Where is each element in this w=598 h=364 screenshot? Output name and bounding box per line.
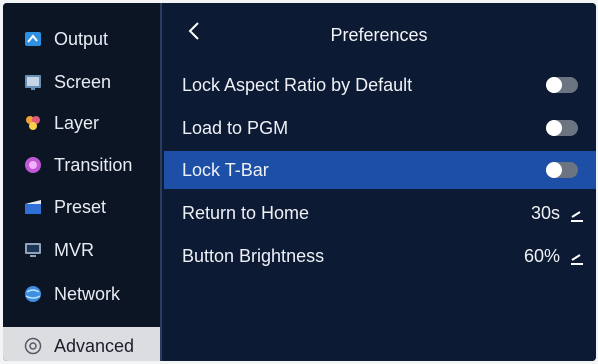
sidebar-item-label: Screen <box>54 71 112 92</box>
sidebar-item-mvr[interactable]: MVR <box>3 231 160 269</box>
setting-label: Return to Home <box>182 203 310 223</box>
sidebar-item-advanced[interactable]: Advanced <box>3 327 160 361</box>
setting-row-button-brightness[interactable]: Button Brightness 60% <box>164 237 596 275</box>
setting-row-lock-t-bar[interactable]: Lock T-Bar <box>164 151 596 189</box>
sidebar-item-screen[interactable]: Screen <box>3 63 160 101</box>
sidebar-item-transition[interactable]: Transition <box>3 146 160 184</box>
sidebar-item-label: Network <box>54 283 121 304</box>
setting-label: Button Brightness <box>182 246 325 266</box>
setting-row-lock-aspect-ratio: Lock Aspect Ratio by Default <box>164 66 596 104</box>
panel-header: Preferences <box>162 3 596 61</box>
preset-icon <box>24 198 42 216</box>
sidebar-item-output[interactable]: Output <box>3 20 160 58</box>
sidebar-item-label: Output <box>54 28 109 49</box>
return-to-home-value: 30s <box>530 203 560 223</box>
lock-aspect-ratio-toggle[interactable] <box>546 77 578 93</box>
network-icon <box>24 285 42 303</box>
edit-icon[interactable] <box>570 249 584 265</box>
mvr-icon <box>24 241 42 259</box>
button-brightness-value: 60% <box>523 246 560 266</box>
setting-label: Lock T-Bar <box>182 160 269 180</box>
edit-icon[interactable] <box>570 206 584 222</box>
transition-icon <box>24 156 42 174</box>
sidebar-item-layer[interactable]: Layer <box>3 104 160 142</box>
load-to-pgm-toggle[interactable] <box>546 120 578 136</box>
page-title: Preferences <box>330 25 428 45</box>
setting-row-load-to-pgm: Load to PGM <box>164 109 596 147</box>
sidebar-item-label: Transition <box>54 154 133 175</box>
sidebar-item-preset[interactable]: Preset <box>3 188 160 226</box>
sidebar-item-label: Layer <box>54 112 100 133</box>
preferences-panel: Preferences Lock Aspect Ratio by Default… <box>162 3 596 361</box>
layer-icon <box>24 114 42 132</box>
sidebar-item-label: MVR <box>54 239 94 260</box>
setting-label: Load to PGM <box>182 118 289 138</box>
sidebar-item-label: Advanced <box>54 335 135 356</box>
toggle-knob <box>546 162 562 178</box>
toggle-knob <box>546 77 562 93</box>
gear-icon <box>24 337 42 355</box>
screen-icon <box>24 73 42 91</box>
toggle-knob <box>546 120 562 136</box>
output-icon <box>24 30 42 48</box>
setting-row-return-to-home[interactable]: Return to Home 30s <box>164 194 596 232</box>
device-screen: Output Screen Layer Transition Preset MV… <box>3 3 596 361</box>
sidebar-item-label: Preset <box>54 196 107 217</box>
sidebar: Output Screen Layer Transition Preset MV… <box>3 3 160 361</box>
sidebar-item-network[interactable]: Network <box>3 275 160 313</box>
lock-t-bar-toggle[interactable] <box>546 162 578 178</box>
setting-label: Lock Aspect Ratio by Default <box>182 75 413 95</box>
